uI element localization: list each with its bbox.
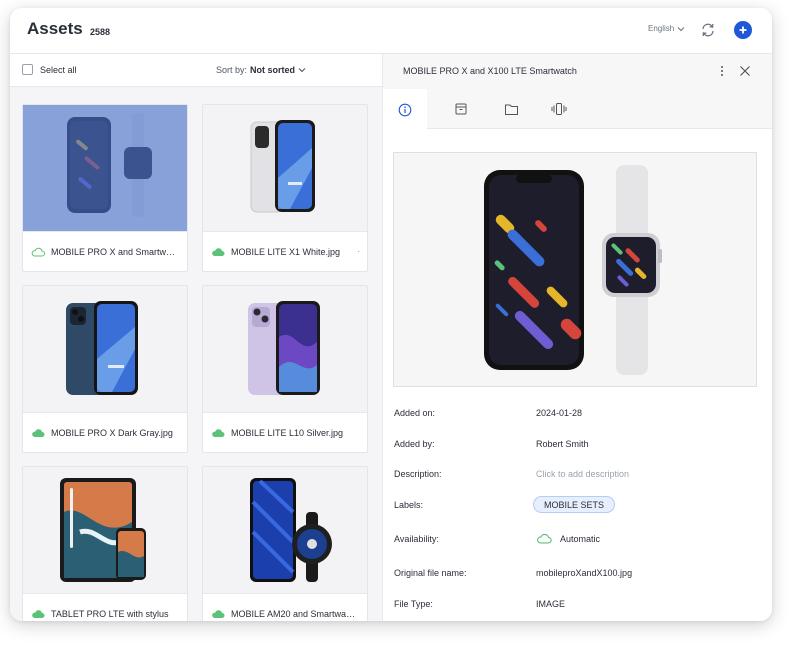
folder-icon <box>504 104 518 115</box>
sync-button[interactable] <box>699 21 717 39</box>
property-availability: Availability: Automatic <box>394 534 764 548</box>
tab-info[interactable] <box>383 89 427 130</box>
asset-thumbnail <box>23 467 187 593</box>
asset-card[interactable]: MOBILE LITE X1 White.jpg . <box>202 104 368 272</box>
asset-name: TABLET PRO LTE with stylus <box>51 608 169 619</box>
availability-text: Automatic <box>560 533 601 544</box>
asset-card[interactable]: MOBILE LITE L10 Silver.jpg <box>202 285 368 453</box>
property-label: Availability: <box>394 534 439 544</box>
asset-meta: MOBILE PRO X and Smartwatch <box>23 231 187 271</box>
cloud-outline-icon <box>537 533 552 544</box>
tab-devices[interactable] <box>537 89 581 129</box>
asset-name: MOBILE LITE X1 White.jpg <box>231 246 341 257</box>
property-value: Robert Smith <box>536 439 589 449</box>
detail-header: MOBILE PRO X and X100 LTE Smartwatch <box>383 53 772 89</box>
asset-card[interactable]: MOBILE PRO X Dark Gray.jpg <box>22 285 188 453</box>
language-label: English <box>648 24 675 33</box>
vibrate-icon <box>551 103 567 115</box>
cloud-icon <box>32 428 45 437</box>
property-value: 2024-01-28 <box>536 408 583 418</box>
asset-card[interactable]: MOBILE PRO X and Smartwatch <box>22 104 188 272</box>
info-icon <box>398 103 412 116</box>
property-label: Added by: <box>394 439 435 449</box>
detail-tabs <box>383 89 772 130</box>
plus-icon <box>739 26 747 34</box>
add-asset-button[interactable] <box>734 21 752 39</box>
selection-overlay <box>23 105 187 231</box>
asset-card[interactable]: TABLET PRO LTE with stylus <box>22 466 188 621</box>
asset-name: MOBILE PRO X Dark Gray.jpg <box>51 427 173 438</box>
cloud-icon <box>212 247 225 256</box>
property-original-file: Original file name: mobileproXandX100.jp… <box>394 568 764 582</box>
asset-meta: TABLET PRO LTE with stylus <box>23 593 187 621</box>
asset-thumbnail <box>203 286 367 412</box>
header: Assets 2588 English <box>10 8 772 53</box>
more-options-button[interactable] <box>717 63 727 79</box>
property-label: Original file name: <box>394 568 467 578</box>
sort-value: Not sorted <box>250 65 296 75</box>
property-labels: Labels: MOBILE SETS <box>394 496 764 514</box>
property-label: Added on: <box>394 408 436 418</box>
sync-icon <box>702 23 714 37</box>
tab-archive[interactable] <box>439 89 483 129</box>
label-chip[interactable]: MOBILE SETS <box>533 496 616 513</box>
language-selector[interactable]: English <box>648 24 685 33</box>
asset-thumbnail <box>203 467 367 593</box>
asset-meta: MOBILE AM20 and Smartwatch <box>203 593 367 621</box>
asset-preview-image <box>393 152 757 387</box>
asset-thumbnail <box>23 286 187 412</box>
property-value: IMAGE <box>536 599 566 609</box>
property-file-type: File Type: IMAGE <box>394 599 764 613</box>
cloud-icon <box>212 428 225 437</box>
assets-window: Assets 2588 English Select all Sort by: … <box>10 8 772 621</box>
asset-name: MOBILE LITE L10 Silver.jpg <box>231 427 344 438</box>
more-indicator: . <box>357 244 360 254</box>
asset-name: MOBILE AM20 and Smartwatch <box>231 608 356 619</box>
asset-detail-panel: MOBILE PRO X and X100 LTE Smartwatch Add… <box>382 53 772 621</box>
cloud-icon <box>32 609 45 618</box>
asset-card[interactable]: MOBILE AM20 and Smartwatch <box>202 466 368 621</box>
asset-meta: MOBILE LITE L10 Silver.jpg <box>203 412 367 452</box>
property-description: Description: Click to add description <box>394 469 764 483</box>
property-label: Description: <box>394 469 442 479</box>
property-value: mobileproXandX100.jpg <box>536 568 633 578</box>
asset-meta: MOBILE PRO X Dark Gray.jpg <box>23 412 187 452</box>
cloud-outline-icon <box>31 247 45 256</box>
page-title: Assets <box>27 19 83 38</box>
detail-title: MOBILE PRO X and X100 LTE Smartwatch <box>403 66 577 76</box>
chevron-down-icon <box>677 26 685 31</box>
asset-thumbnail <box>203 105 367 231</box>
description-field[interactable]: Click to add description <box>536 469 629 479</box>
select-all-label: Select all <box>40 64 77 75</box>
asset-grid: MOBILE PRO X and Smartwatch MOBILE LITE … <box>10 87 382 621</box>
property-label: Labels: <box>394 500 424 510</box>
cloud-icon <box>212 609 225 618</box>
property-added-by: Added by: Robert Smith <box>394 439 764 453</box>
select-all-checkbox[interactable] <box>22 64 33 75</box>
archive-icon <box>455 103 467 115</box>
availability-value: Automatic <box>536 533 600 544</box>
property-added-on: Added on: 2024-01-28 <box>394 408 764 422</box>
asset-meta: MOBILE LITE X1 White.jpg . <box>203 231 367 271</box>
asset-count: 2588 <box>90 27 111 37</box>
close-icon[interactable] <box>739 65 751 77</box>
tab-folder[interactable] <box>489 89 533 129</box>
select-all-toggle[interactable]: Select all <box>22 64 77 75</box>
sort-prefix: Sort by: <box>216 65 248 75</box>
sort-dropdown[interactable]: Sort by: Not sorted <box>216 65 306 75</box>
asset-name: MOBILE PRO X and Smartwatch <box>51 246 176 257</box>
property-label: File Type: <box>394 599 433 609</box>
chevron-down-icon <box>298 68 306 73</box>
grid-toolbar: Select all Sort by: Not sorted <box>10 53 382 87</box>
